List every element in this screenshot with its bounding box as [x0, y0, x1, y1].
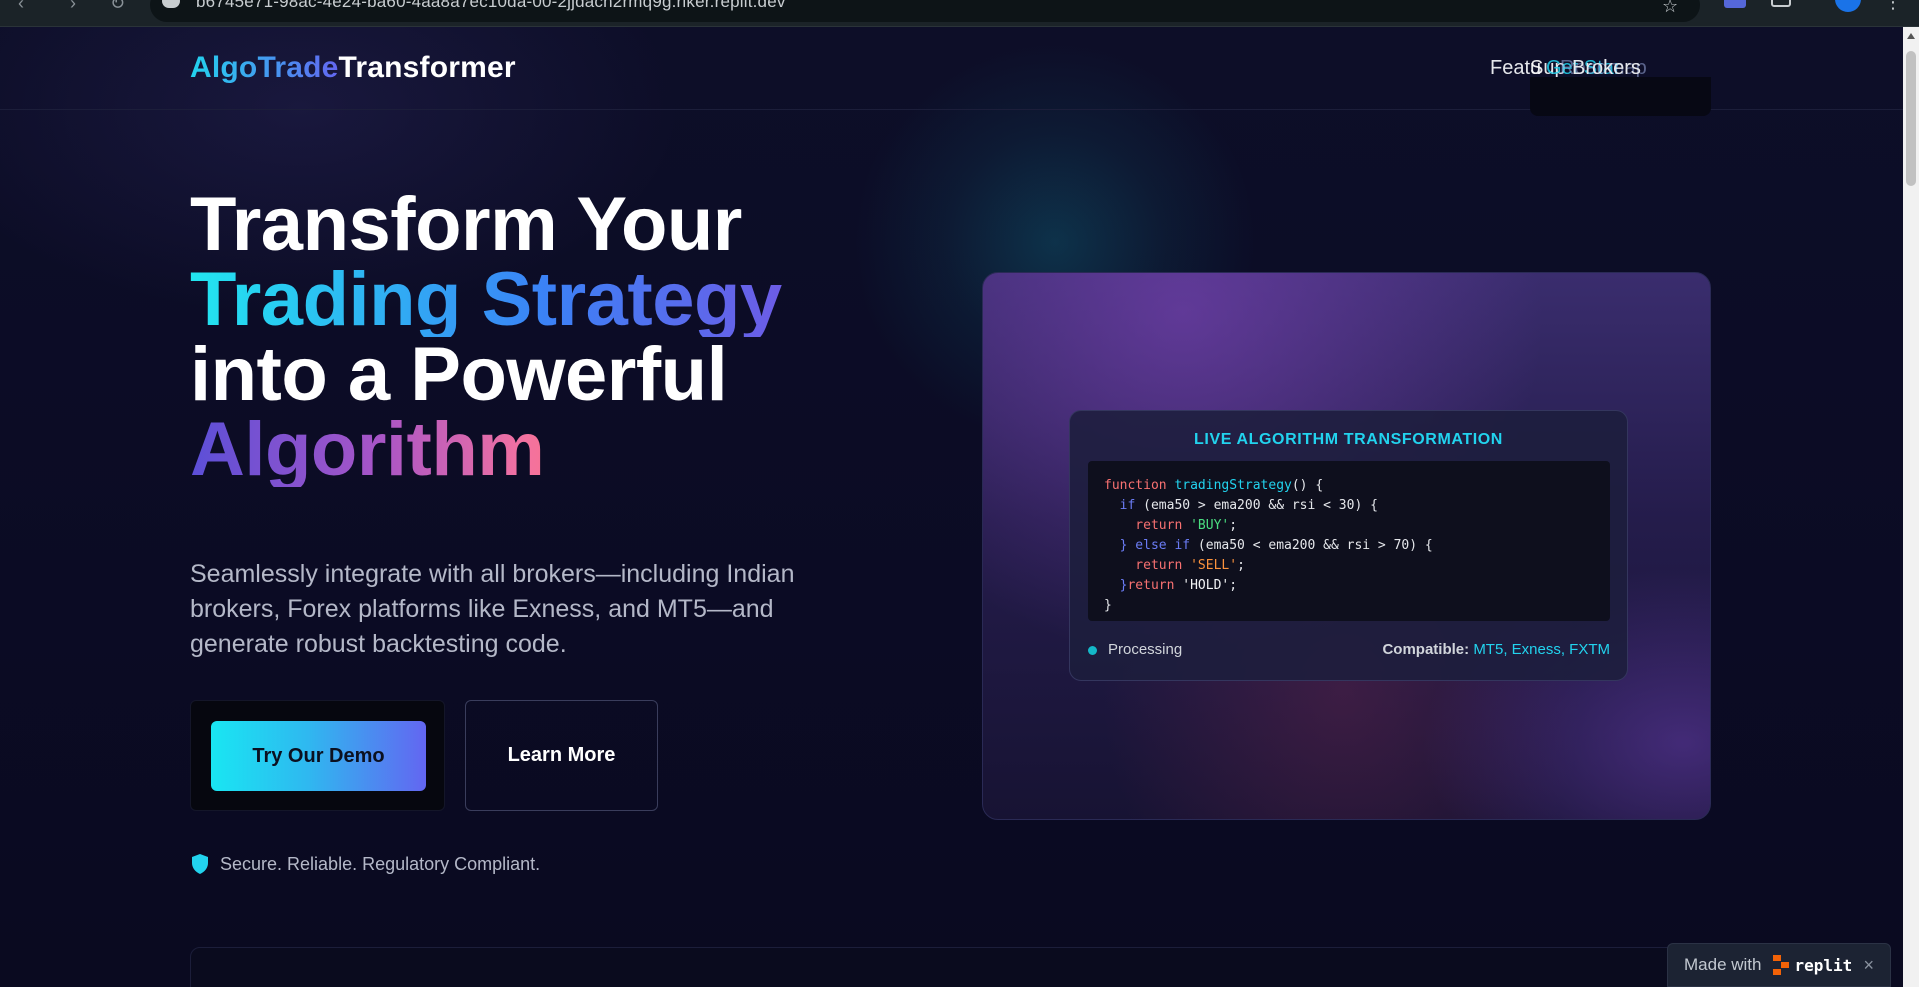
learn-more-button[interactable]: Learn More: [465, 700, 658, 811]
code-line-6: }return 'HOLD';: [1104, 578, 1237, 593]
made-with-replit-badge[interactable]: Made with replit ×: [1667, 943, 1891, 987]
algorithm-panel-title: LIVE ALGORITHM TRANSFORMATION: [1194, 431, 1503, 448]
code-token: (ema50 > ema200 && rsi < 30) {: [1143, 498, 1378, 513]
code-token: return: [1104, 518, 1191, 533]
code-token: ;: [1237, 558, 1245, 573]
code-token: (ema50 < ema200 && rsi > 70) {: [1197, 538, 1433, 553]
address-bar[interactable]: b6745e71-98ac-4e24-ba60-4aa8a7ec10da-00-…: [150, 0, 1700, 22]
hero-title-line-2: Trading Strategy: [190, 257, 782, 342]
page-scrollbar[interactable]: [1903, 27, 1919, 987]
code-token: ;: [1229, 518, 1238, 533]
browser-menu-icon[interactable]: ⋮: [1884, 0, 1902, 13]
code-token: return: [1127, 578, 1183, 593]
code-token: 'SELL': [1190, 558, 1238, 573]
hero-visual-card: LIVE ALGORITHM TRANSFORMATION function t…: [982, 272, 1711, 820]
profile-avatar[interactable]: [1835, 0, 1861, 12]
compatibility-info: Compatible: MT5, Exness, FXTM: [1382, 641, 1610, 658]
replit-logo-icon: [1773, 955, 1790, 975]
logo-part-1: AlgoTrade: [190, 51, 339, 84]
extension-icon[interactable]: [1724, 0, 1746, 8]
hero-subtitle: Seamlessly integrate with all brokers—in…: [190, 560, 795, 658]
algorithm-panel-footer: Processing Compatible: MT5, Exness, FXTM: [1088, 639, 1610, 663]
code-token: ;: [1229, 578, 1238, 593]
logo-part-2: Transformer: [338, 51, 516, 84]
replit-brand-text: replit: [1794, 955, 1853, 975]
next-section-panel: [190, 947, 1711, 987]
code-line-7: }: [1104, 598, 1112, 613]
hero-title-line-1: Transform Your: [190, 182, 742, 267]
close-icon[interactable]: ×: [1863, 955, 1874, 976]
forward-icon[interactable]: ›: [70, 0, 76, 12]
status-dot-icon: [1088, 646, 1097, 655]
hero-title-line-3: into a Powerful: [190, 332, 728, 417]
shield-icon: [192, 854, 208, 874]
code-block: function tradingStrategy() { if (ema50 >…: [1088, 461, 1610, 621]
scroll-up-arrow-icon[interactable]: [1907, 33, 1915, 39]
code-line-2: if (ema50 > ema200 && rsi < 30) {: [1104, 498, 1378, 513]
browser-toolbar: ‹ › ↻ b6745e71-98ac-4e24-ba60-4aa8a7ec10…: [0, 0, 1919, 27]
code-token: () {: [1291, 478, 1324, 493]
code-token: return: [1104, 558, 1191, 573]
code-token: tradingStrategy: [1174, 478, 1292, 493]
made-with-label: Made with: [1684, 955, 1762, 974]
code-line-1: function tradingStrategy() {: [1104, 478, 1323, 493]
code-line-5: return 'SELL';: [1104, 558, 1245, 573]
code-line-4: } else if (ema50 < ema200 && rsi > 70) {: [1104, 538, 1433, 553]
reload-icon[interactable]: ↻: [110, 0, 125, 12]
landing-page: AlgoTradeTransformer Featu Sup Get Star …: [0, 27, 1903, 987]
site-logo[interactable]: AlgoTradeTransformer: [190, 51, 516, 85]
site-info-icon[interactable]: [162, 0, 180, 8]
code-line-3: return 'BUY';: [1104, 518, 1237, 533]
code-token: if: [1104, 498, 1144, 513]
hero-title: Transform Your Trading Strategy into a P…: [190, 182, 782, 488]
code-token: }: [1104, 578, 1128, 593]
scrollbar-thumb[interactable]: [1906, 51, 1916, 186]
algorithm-panel: LIVE ALGORITHM TRANSFORMATION function t…: [1069, 410, 1628, 681]
try-demo-button[interactable]: Try Our Demo: [211, 721, 426, 791]
processing-status: Processing: [1108, 641, 1183, 658]
extensions-puzzle-icon[interactable]: [1771, 0, 1791, 7]
compatibility-label: Compatible:: [1382, 641, 1474, 658]
hero-title-line-4: Algorithm: [190, 412, 610, 488]
url-text[interactable]: b6745e71-98ac-4e24-ba60-4aa8a7ec10da-00-…: [196, 0, 786, 12]
trust-text: Secure. Reliable. Regulatory Compliant.: [220, 853, 541, 874]
nav-dropdown-panel: [1530, 77, 1711, 116]
compatibility-value: MT5, Exness, FXTM: [1473, 641, 1610, 658]
code-token: } else if: [1104, 538, 1198, 553]
code-token: function: [1104, 478, 1175, 493]
trust-badge: Secure. Reliable. Regulatory Compliant.: [190, 853, 540, 875]
back-icon[interactable]: ‹: [18, 0, 24, 12]
bookmark-star-icon[interactable]: ☆: [1662, 0, 1678, 17]
demo-button-container: Try Our Demo: [190, 700, 445, 811]
code-token: 'HOLD': [1182, 578, 1230, 593]
code-token: 'BUY': [1190, 518, 1230, 533]
